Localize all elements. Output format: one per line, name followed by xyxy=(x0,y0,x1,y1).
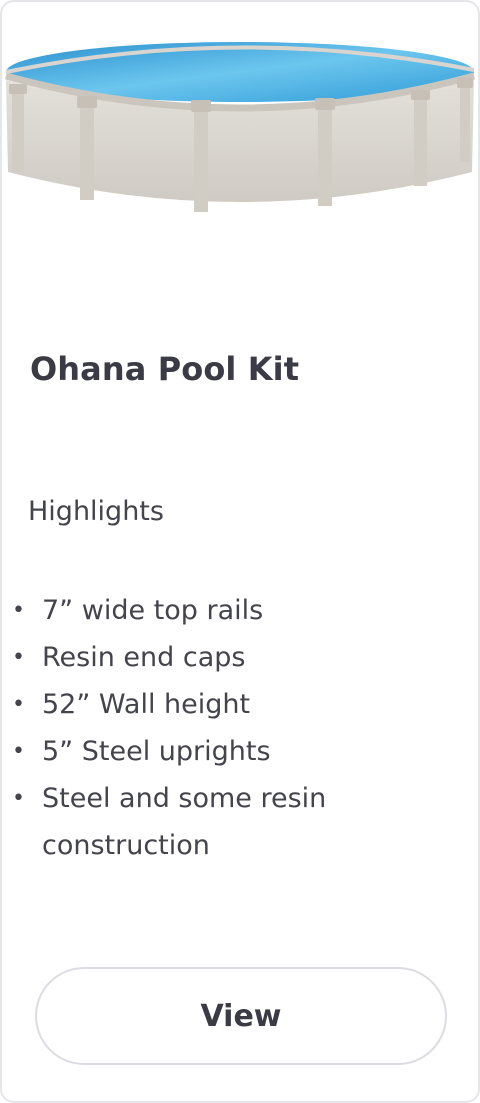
bullet-icon: • xyxy=(12,739,25,764)
feature-list: • 7” wide top rails • Resin end caps • 5… xyxy=(2,587,472,869)
feature-item: • 7” wide top rails xyxy=(2,587,472,634)
feature-item: • 5” Steel uprights xyxy=(2,728,472,775)
highlights-label: Highlights xyxy=(28,496,164,527)
product-title: Ohana Pool Kit xyxy=(30,350,300,388)
bullet-icon: • xyxy=(12,786,25,811)
feature-item: • 52” Wall height xyxy=(2,681,472,728)
feature-text: 52” Wall height xyxy=(42,689,251,720)
bullet-icon: • xyxy=(12,692,25,717)
bullet-icon: • xyxy=(12,598,25,623)
view-button[interactable]: View xyxy=(35,967,447,1065)
feature-item: • Resin end caps xyxy=(2,634,472,681)
product-image xyxy=(5,42,475,212)
feature-text: Steel and some resin construction xyxy=(42,783,327,861)
feature-text: 7” wide top rails xyxy=(42,595,264,626)
feature-text: Resin end caps xyxy=(42,642,246,673)
feature-text: 5” Steel uprights xyxy=(42,736,271,767)
bullet-icon: • xyxy=(12,645,25,670)
feature-item: • Steel and some resin construction xyxy=(2,775,472,869)
product-card: Ohana Pool Kit Highlights • 7” wide top … xyxy=(0,0,480,1103)
